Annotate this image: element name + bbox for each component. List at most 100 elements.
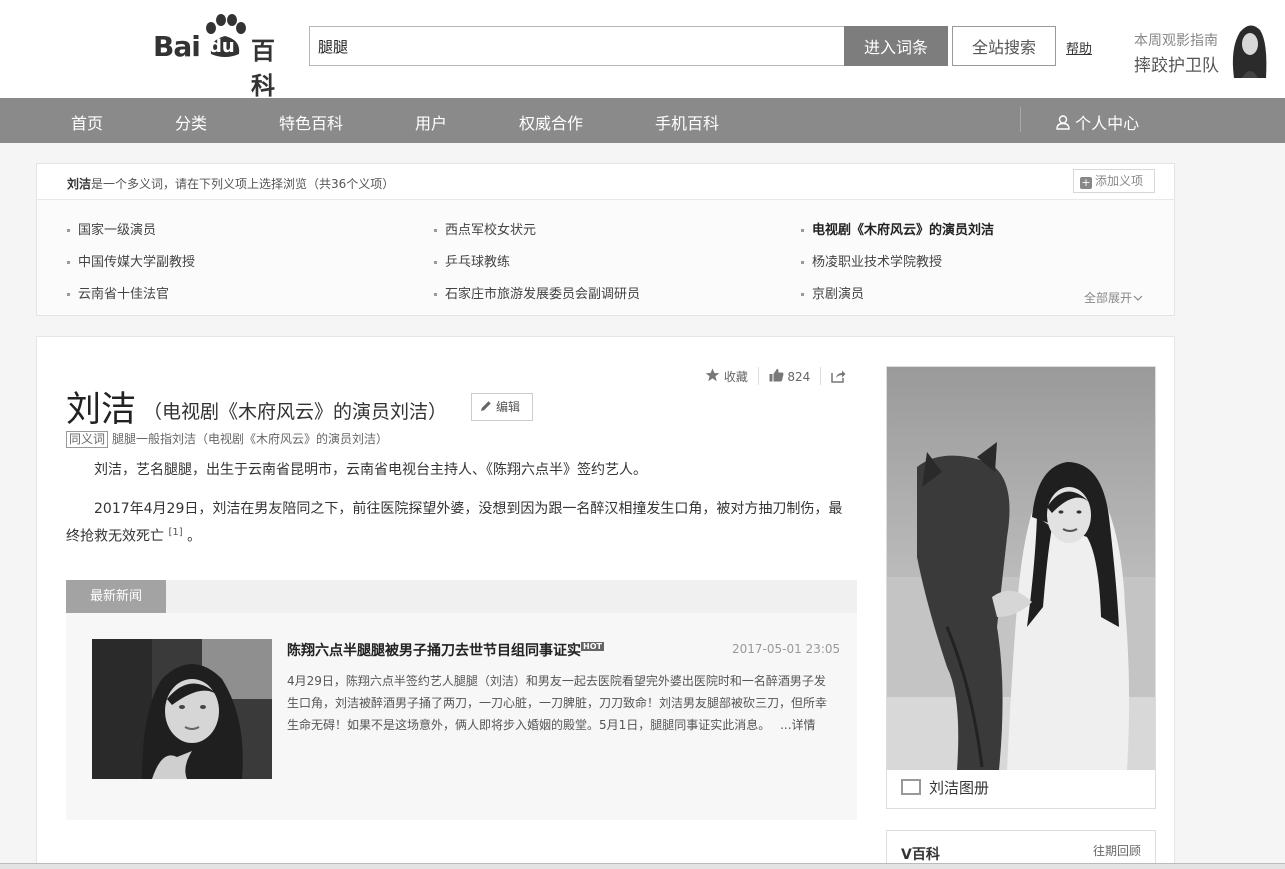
bullet-icon: [434, 261, 437, 264]
share-button[interactable]: [831, 369, 846, 384]
hot-badge: HOT: [581, 642, 604, 651]
favorite-label: 收藏: [723, 369, 748, 384]
site-search-button[interactable]: 全站搜索: [952, 26, 1056, 66]
synonym-line: 同义词 腿腿一般指刘洁（电视剧《木府风云》的演员刘洁）: [66, 430, 388, 448]
sense-label: 国家一级演员: [78, 223, 157, 238]
paragraph-text: 2017年4月29日，刘洁在男友陪同之下，前往医院探望外婆，没想到因为跟一名醉汉…: [66, 501, 843, 545]
synonym-text[interactable]: 腿腿一般指刘洁（电视剧《木府风云》的演员刘洁）: [112, 432, 388, 446]
promo-portrait-image: [1232, 25, 1267, 78]
paragraph-end: 。: [187, 528, 202, 545]
weekly-movie-promo[interactable]: 本周观影指南 摔跤护卫队: [1134, 25, 1284, 80]
sense-label: 京剧演员: [812, 287, 865, 302]
summary-paragraph: 刘洁，艺名腿腿，出生于云南省昆明市，云南省电视台主持人、《陈翔六点半》签约艺人。: [94, 462, 647, 478]
thumbs-up-icon: [769, 369, 783, 382]
top-header: Bai du 百科 进入词条 全站搜索 帮助 本周观影指南 摔跤护卫队: [0, 0, 1285, 100]
sense-item[interactable]: 国家一级演员: [67, 219, 156, 238]
edit-button[interactable]: 编辑: [471, 393, 533, 421]
toolbar-divider: [820, 367, 822, 385]
latest-news-module: 最新新闻 陈翔六点半腿腿被男子捅刀去世节目组同事证实 HOT 2017-05-01…: [66, 580, 857, 820]
sense-label: 杨凌职业技术学院教授: [812, 255, 943, 270]
news-headline-text: 陈翔六点半腿腿被男子捅刀去世节目组同事证实: [287, 643, 581, 659]
reference-link[interactable]: [1]: [168, 527, 182, 538]
favorite-button[interactable]: 收藏: [705, 368, 748, 385]
polysemant-panel: 刘洁是一个多义词，请在下列义项上选择浏览（共36个义项） + 添加义项 国家一级演…: [36, 163, 1175, 316]
like-count: 824: [787, 369, 811, 384]
star-icon: [705, 368, 720, 381]
news-date: 2017-05-01 23:05: [732, 642, 841, 656]
sense-label: 电视剧《木府风云》的演员刘洁: [812, 223, 995, 238]
horizontal-scrollbar[interactable]: [0, 863, 1285, 869]
nav-partners[interactable]: 权威合作: [519, 110, 583, 134]
album-caption-text: 刘洁图册: [929, 779, 990, 797]
sense-label: 石家庄市旅游发展委员会副调研员: [445, 287, 641, 302]
sense-item-selected[interactable]: 电视剧《木府风云》的演员刘洁: [801, 219, 994, 238]
like-button[interactable]: 824: [769, 368, 811, 384]
search-input[interactable]: [309, 26, 845, 66]
nav-category[interactable]: 分类: [175, 110, 207, 134]
logo-baike-text: 百科: [251, 37, 275, 100]
nav-users[interactable]: 用户: [415, 110, 447, 134]
bullet-icon: [434, 293, 437, 296]
album-cover-image[interactable]: [887, 367, 1155, 770]
sense-item[interactable]: 京剧演员: [801, 283, 864, 302]
pencil-icon: [481, 401, 491, 411]
polysemant-term: 刘洁: [67, 177, 92, 191]
synonym-tag: 同义词: [66, 431, 109, 448]
vbaike-history-link[interactable]: 往期回顾: [1093, 842, 1141, 859]
news-thumbnail[interactable]: [92, 639, 272, 779]
main-nav: 首页 分类 特色百科 用户 权威合作 手机百科 个人中心: [0, 98, 1285, 143]
user-icon: [1056, 115, 1070, 130]
news-headline[interactable]: 陈翔六点半腿腿被男子捅刀去世节目组同事证实 HOT: [287, 640, 604, 660]
nav-divider: [1020, 107, 1021, 132]
sense-item[interactable]: 石家庄市旅游发展委员会副调研员: [434, 283, 640, 302]
polysemant-header: 刘洁是一个多义词，请在下列义项上选择浏览（共36个义项） + 添加义项: [37, 164, 1174, 200]
sense-item[interactable]: 杨凌职业技术学院教授: [801, 251, 942, 270]
chevron-down-icon: [1133, 295, 1143, 301]
sense-item[interactable]: 中国传媒大学副教授: [67, 251, 195, 270]
polysemant-intro-text: 是一个多义词，请在下列义项上选择浏览（共36个义项）: [91, 177, 395, 191]
help-link[interactable]: 帮助: [1066, 38, 1092, 57]
personal-center-label: 个人中心: [1075, 114, 1140, 133]
sense-item[interactable]: 乒乓球教练: [434, 251, 510, 270]
album-caption[interactable]: 刘洁图册: [901, 777, 989, 798]
toolbar-divider: [757, 367, 759, 385]
nav-personal-center[interactable]: 个人中心: [1056, 110, 1139, 134]
bullet-icon: [801, 261, 804, 264]
sense-label: 乒乓球教练: [445, 255, 511, 270]
add-sense-label: 添加义项: [1095, 174, 1144, 188]
expand-all-label: 全部展开: [1084, 291, 1133, 305]
bullet-icon: [67, 293, 70, 296]
sense-label: 西点军校女状元: [445, 223, 537, 238]
page-subtitle: （电视剧《木府风云》的演员刘洁）: [143, 401, 448, 423]
bullet-icon: [67, 229, 70, 232]
logo-du-text: du: [209, 36, 235, 57]
news-summary: 4月29日，陈翔六点半签约艺人腿腿（刘洁）和男友一起去医院看望完外婆出医院时和一…: [287, 670, 835, 736]
bullet-icon: [67, 261, 70, 264]
sense-label: 云南省十佳法官: [78, 287, 170, 302]
edit-label: 编辑: [496, 400, 521, 414]
news-summary-text: 4月29日，陈翔六点半签约艺人腿腿（刘洁）和男友一起去医院看望完外婆出医院时和一…: [287, 674, 828, 732]
enter-entry-button[interactable]: 进入词条: [844, 26, 948, 66]
news-tab-bar: [66, 580, 857, 613]
page-title: 刘洁: [66, 390, 137, 430]
main-content: 收藏 824 刘洁 （电视剧《木府风云》的演员刘洁） 编辑 同义词 腿腿一般指刘洁…: [36, 336, 1175, 869]
bullet-icon: [434, 229, 437, 232]
add-sense-button[interactable]: + 添加义项: [1073, 169, 1155, 193]
sense-item[interactable]: 西点军校女状元: [434, 219, 536, 238]
nav-featured[interactable]: 特色百科: [279, 110, 343, 134]
sense-item[interactable]: 云南省十佳法官: [67, 283, 169, 302]
nav-home[interactable]: 首页: [71, 110, 103, 134]
plus-icon: +: [1080, 176, 1092, 189]
share-icon: [831, 370, 846, 383]
baidu-baike-logo[interactable]: Bai du 百科: [153, 14, 293, 100]
vbaike-title: V百科: [901, 847, 940, 863]
summary-paragraph: 2017年4月29日，刘洁在男友陪同之下，前往医院探望外婆，没想到因为跟一名醉汉…: [66, 497, 856, 549]
bullet-icon: [801, 293, 804, 296]
nav-mobile[interactable]: 手机百科: [655, 110, 719, 134]
expand-all-link[interactable]: 全部展开: [1084, 289, 1143, 306]
tab-latest-news[interactable]: 最新新闻: [66, 580, 166, 613]
album-card[interactable]: 刘洁图册: [886, 366, 1156, 809]
news-detail-link[interactable]: ...详情: [780, 718, 815, 732]
sense-label: 中国传媒大学副教授: [78, 255, 196, 270]
image-icon: [901, 779, 921, 795]
